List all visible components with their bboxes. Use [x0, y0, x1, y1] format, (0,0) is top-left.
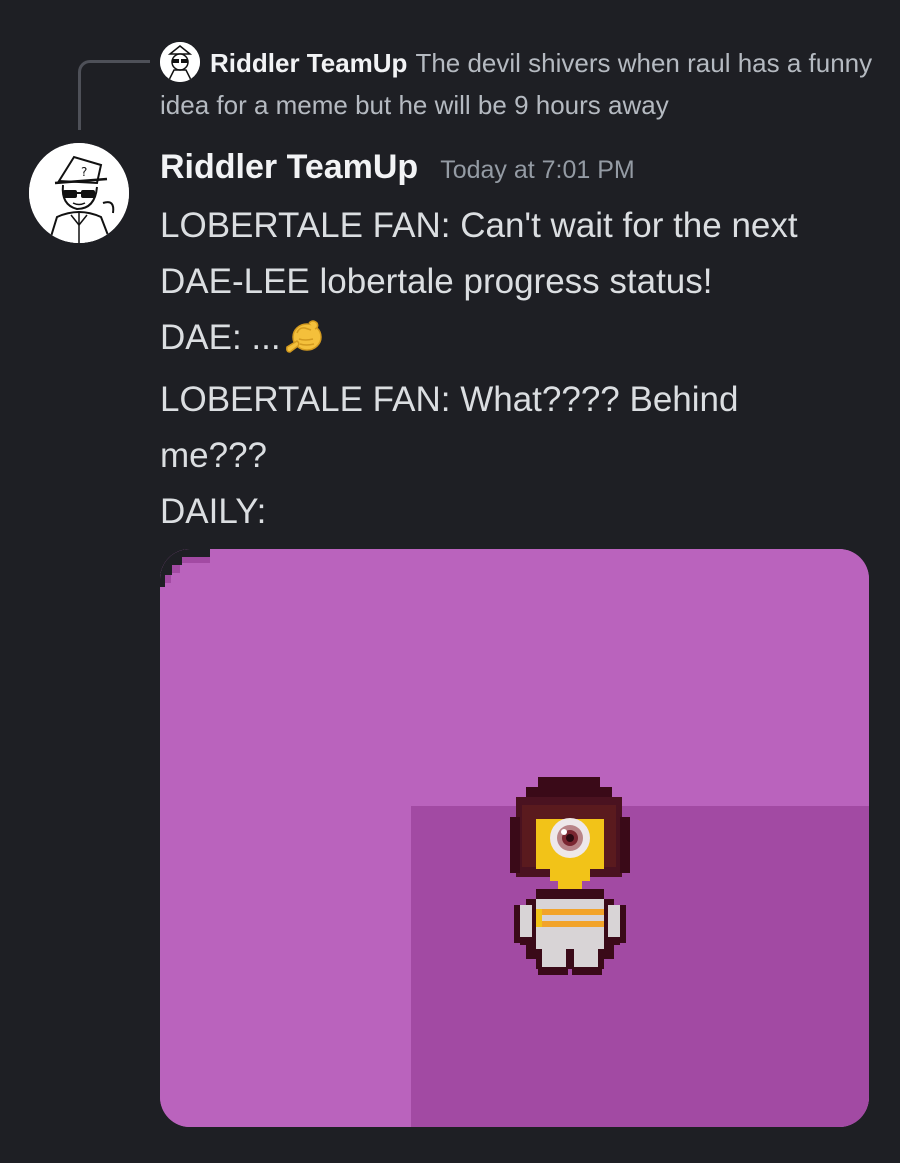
- pointing-finger-emoji[interactable]: [283, 313, 325, 372]
- pixel-character: [510, 777, 630, 975]
- message-line: DAE-LEE lobertale progress status!: [160, 262, 713, 301]
- message-line-text: DAE: ...: [160, 318, 281, 357]
- reply-preview[interactable]: Riddler TeamUp The devil shivers when rau…: [160, 42, 880, 126]
- discord-message-view: Riddler TeamUp The devil shivers when rau…: [0, 0, 900, 1163]
- message-line-with-emoji: DAE: ...: [160, 310, 880, 372]
- message-line: LOBERTALE FAN: What???? Behind: [160, 380, 739, 419]
- message-line: me???: [160, 436, 268, 475]
- svg-text:?: ?: [81, 165, 87, 179]
- avatar[interactable]: ?: [29, 143, 129, 243]
- message-line: LOBERTALE FAN: Can't wait for the next: [160, 206, 798, 245]
- message-header: Riddler TeamUp Today at 7:01 PM: [160, 148, 635, 198]
- message-timestamp[interactable]: Today at 7:01 PM: [440, 156, 635, 185]
- message-author[interactable]: Riddler TeamUp: [160, 148, 418, 187]
- reply-author[interactable]: Riddler TeamUp: [210, 48, 407, 78]
- message-line: DAILY:: [160, 492, 267, 531]
- reply-connector-line: [78, 60, 150, 130]
- image-attachment[interactable]: [160, 549, 869, 1127]
- message-content: LOBERTALE FAN: Can't wait for the next D…: [160, 198, 880, 540]
